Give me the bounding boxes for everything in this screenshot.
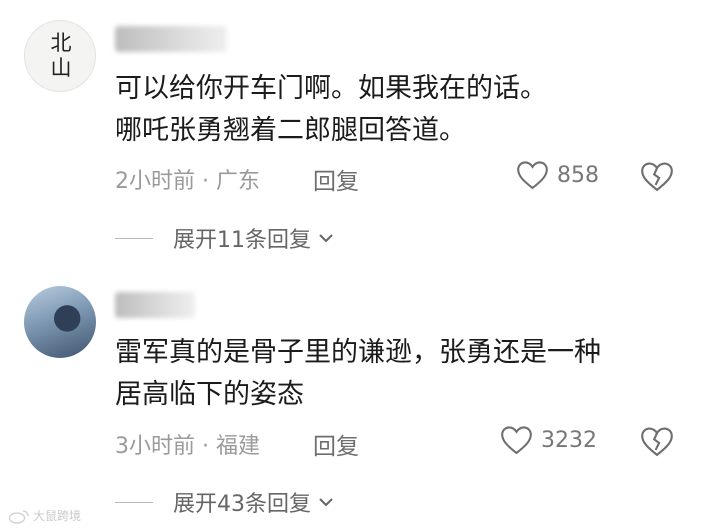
broken-heart-icon [641, 427, 673, 457]
expand-replies-button[interactable]: 展开43条回复 [115, 486, 337, 518]
expand-replies-label: 展开43条回复 [173, 492, 311, 517]
chevron-down-icon [319, 498, 333, 507]
like-button[interactable]: 3232 [500, 425, 597, 455]
divider-dash [115, 501, 153, 503]
heart-outline-icon [501, 426, 532, 455]
comment-meta: 3小时前 · 福建 [115, 434, 260, 459]
weibo-logo-icon [8, 509, 29, 524]
watermark-text: 大鼠跨境 [33, 509, 82, 523]
comment-text: 雷军真的是骨子里的谦逊，张勇还是一种 居高临下的姿态 [115, 337, 601, 410]
comment-2: 雷军真的是骨子里的谦逊，张勇还是一种 居高临下的姿态 3小时前 · 福建 回复 … [0, 0, 709, 530]
reply-button[interactable]: 回复 [313, 427, 359, 461]
watermark: 大鼠跨境 [8, 507, 81, 524]
dislike-button[interactable] [640, 426, 674, 461]
avatar[interactable] [24, 286, 96, 358]
like-count: 3232 [541, 427, 597, 453]
username-blurred[interactable] [115, 292, 195, 318]
